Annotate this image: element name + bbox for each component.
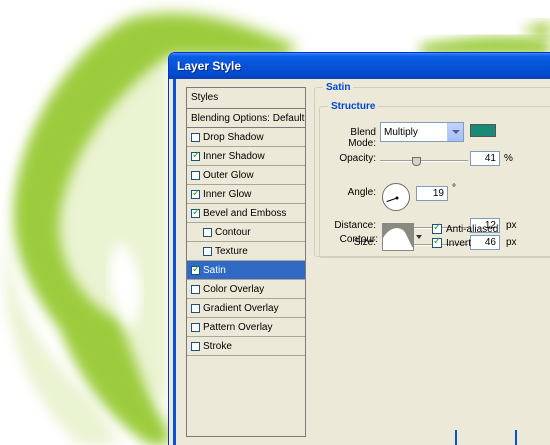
contour-label: Contour:	[339, 234, 378, 245]
style-item-contour[interactable]: Contour	[187, 223, 305, 242]
size-unit: px	[506, 237, 517, 248]
blend-mode-label: Blend Mode:	[348, 127, 376, 149]
style-checkbox[interactable]: ✓	[191, 264, 201, 275]
opacity-unit: %	[504, 153, 513, 164]
style-item-inner-shadow[interactable]: ✓ Inner Shadow	[187, 147, 305, 166]
angle-unit: °	[452, 183, 456, 194]
style-checkbox[interactable]	[191, 304, 200, 313]
style-item-satin[interactable]: ✓ Satin	[187, 261, 305, 280]
style-item-label: Inner Glow	[203, 189, 252, 200]
style-item-color-overlay[interactable]: Color Overlay	[187, 280, 305, 299]
style-item-label: Stroke	[203, 341, 232, 352]
opacity-input[interactable]: 41	[470, 151, 500, 166]
style-checkbox[interactable]	[203, 228, 212, 237]
satin-color-swatch[interactable]	[470, 124, 496, 137]
checkmark-icon: ✓	[433, 222, 442, 233]
style-item-bevel-and-emboss[interactable]: ✓ Bevel and Emboss	[187, 204, 305, 223]
style-item-label: Contour	[215, 227, 251, 238]
angle-input[interactable]: 19	[416, 186, 448, 201]
anti-aliased-checkbox[interactable]: ✓	[432, 222, 442, 234]
style-checkbox[interactable]	[203, 247, 212, 256]
contour-picker[interactable]	[382, 223, 414, 251]
style-checkbox[interactable]	[191, 171, 200, 180]
title-bar[interactable]: Layer Style	[169, 53, 550, 79]
style-item-inner-glow[interactable]: ✓ Inner Glow	[187, 185, 305, 204]
styles-panel: Styles Blending Options: Default Drop Sh…	[186, 87, 306, 437]
window-edge	[455, 430, 457, 445]
style-list: Drop Shadow ✓ Inner Shadow Outer Glow ✓ Inner…	[187, 128, 305, 356]
opacity-label: Opacity:	[339, 153, 376, 164]
window-edge	[515, 430, 517, 445]
style-checkbox[interactable]: ✓	[191, 207, 201, 218]
checkmark-icon: ✓	[192, 264, 201, 275]
checkmark-icon: ✓	[192, 150, 201, 161]
window-title: Layer Style	[177, 59, 242, 73]
checkmark-icon: ✓	[192, 188, 201, 199]
angle-dial-needle-icon	[386, 196, 399, 203]
dialog-client: Styles Blending Options: Default Drop Sh…	[173, 79, 550, 445]
style-item-label: Color Overlay	[203, 284, 265, 295]
invert-label: Invert	[446, 238, 472, 249]
style-checkbox[interactable]: ✓	[191, 150, 201, 161]
contour-curve-icon	[383, 224, 413, 250]
layer-style-dialog: Layer Style Styles Blending Options: Def…	[168, 52, 550, 445]
anti-aliased-label: Anti-aliased	[446, 224, 499, 235]
chevron-down-icon[interactable]	[447, 123, 463, 141]
style-checkbox[interactable]: ✓	[191, 188, 201, 199]
style-item-label: Pattern Overlay	[203, 322, 273, 333]
styles-header[interactable]: Styles	[187, 88, 305, 109]
blending-options-item[interactable]: Blending Options: Default	[187, 109, 305, 128]
style-item-texture[interactable]: Texture	[187, 242, 305, 261]
distance-label: Distance:	[334, 220, 376, 231]
distance-unit: px	[506, 220, 517, 231]
structure-label: Structure	[328, 101, 379, 112]
opacity-slider-thumb[interactable]	[412, 157, 422, 166]
style-item-label: Bevel and Emboss	[203, 208, 287, 219]
contour-dropdown-icon[interactable]	[416, 235, 422, 239]
style-checkbox[interactable]	[191, 285, 200, 294]
style-item-label: Outer Glow	[203, 170, 254, 181]
opacity-slider-track[interactable]	[380, 160, 468, 162]
style-item-pattern-overlay[interactable]: Pattern Overlay	[187, 318, 305, 337]
style-checkbox[interactable]	[191, 133, 200, 142]
angle-label: Angle:	[347, 187, 376, 198]
satin-group-label: Satin	[323, 82, 354, 93]
style-item-stroke[interactable]: Stroke	[187, 337, 305, 356]
size-input[interactable]: 46	[470, 235, 500, 250]
blend-mode-value: Multiply	[384, 127, 418, 138]
style-item-drop-shadow[interactable]: Drop Shadow	[187, 128, 305, 147]
style-item-label: Drop Shadow	[203, 132, 264, 143]
style-item-label: Texture	[215, 246, 248, 257]
style-item-outer-glow[interactable]: Outer Glow	[187, 166, 305, 185]
invert-checkbox[interactable]: ✓	[432, 236, 442, 248]
style-checkbox[interactable]	[191, 323, 200, 332]
style-checkbox[interactable]	[191, 342, 200, 351]
angle-dial[interactable]	[382, 183, 410, 211]
checkmark-icon: ✓	[433, 236, 442, 247]
style-item-label: Inner Shadow	[203, 151, 265, 162]
style-item-label: Gradient Overlay	[203, 303, 279, 314]
blend-mode-select[interactable]: Multiply	[380, 122, 464, 142]
style-item-label: Satin	[203, 265, 226, 276]
style-item-gradient-overlay[interactable]: Gradient Overlay	[187, 299, 305, 318]
checkmark-icon: ✓	[192, 207, 201, 218]
